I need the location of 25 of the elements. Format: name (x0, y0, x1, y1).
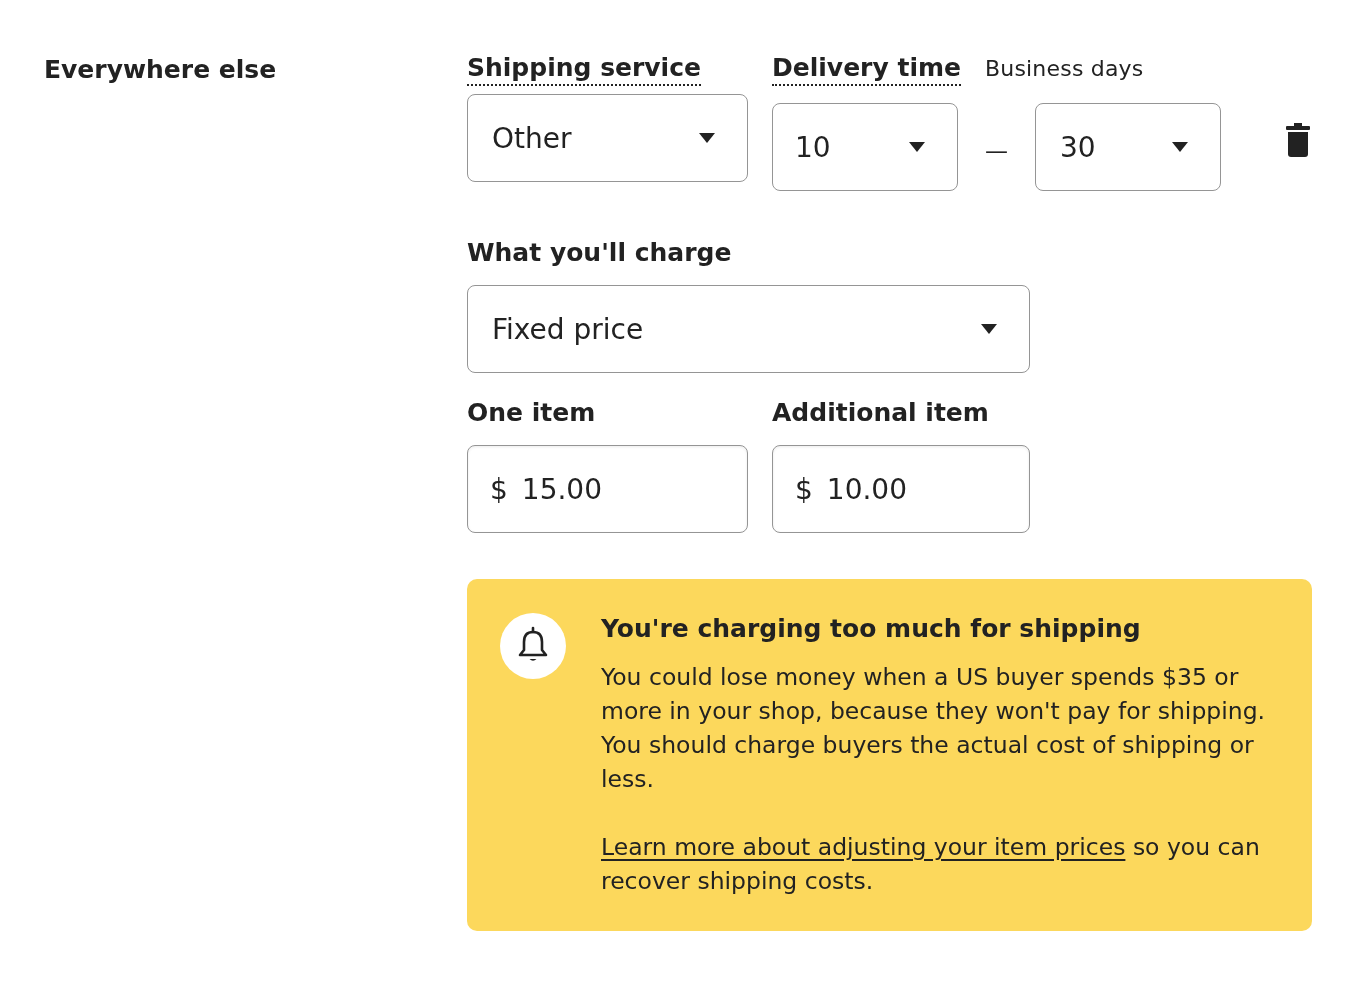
field-label: What you'll charge (467, 237, 732, 269)
trash-icon (1286, 123, 1310, 157)
bell-icon (500, 613, 566, 679)
range-separator: — (985, 137, 1008, 165)
unit-label: Business days (984, 55, 1144, 83)
region-heading: Everywhere else (44, 54, 277, 86)
price-input[interactable]: $ 10.00 (772, 445, 1030, 533)
caret-icon (699, 133, 715, 143)
warning-title: You're charging too much for shipping (601, 613, 1142, 645)
delete-button[interactable] (1286, 123, 1310, 157)
field-label: One item (467, 397, 596, 429)
price-input[interactable]: $ 15.00 (467, 445, 748, 533)
charge-type-select[interactable]: Fixed price (467, 285, 1030, 373)
warning-text: Learn more about adjusting your item prices so you can recover shipping costs. (601, 832, 1261, 897)
min-days-select[interactable]: 10 (772, 103, 958, 191)
field-label: Shipping service (467, 52, 701, 86)
caret-icon (909, 142, 925, 152)
max-days-select[interactable]: 30 (1035, 103, 1221, 191)
warning-text: You could lose money when a US buyer spends $35 or more in your shop, because they won't pay for shipping. You should charge buyers the actual cost of shipping or less. (601, 662, 1267, 795)
field-label: Delivery time (772, 52, 961, 86)
caret-icon (981, 324, 997, 334)
learn-more-link[interactable]: Learn more about adjusting your item prices (601, 833, 1126, 861)
shipping-service-select[interactable]: Other (467, 94, 748, 182)
field-label: Additional item (772, 397, 989, 429)
caret-icon (1172, 142, 1188, 152)
